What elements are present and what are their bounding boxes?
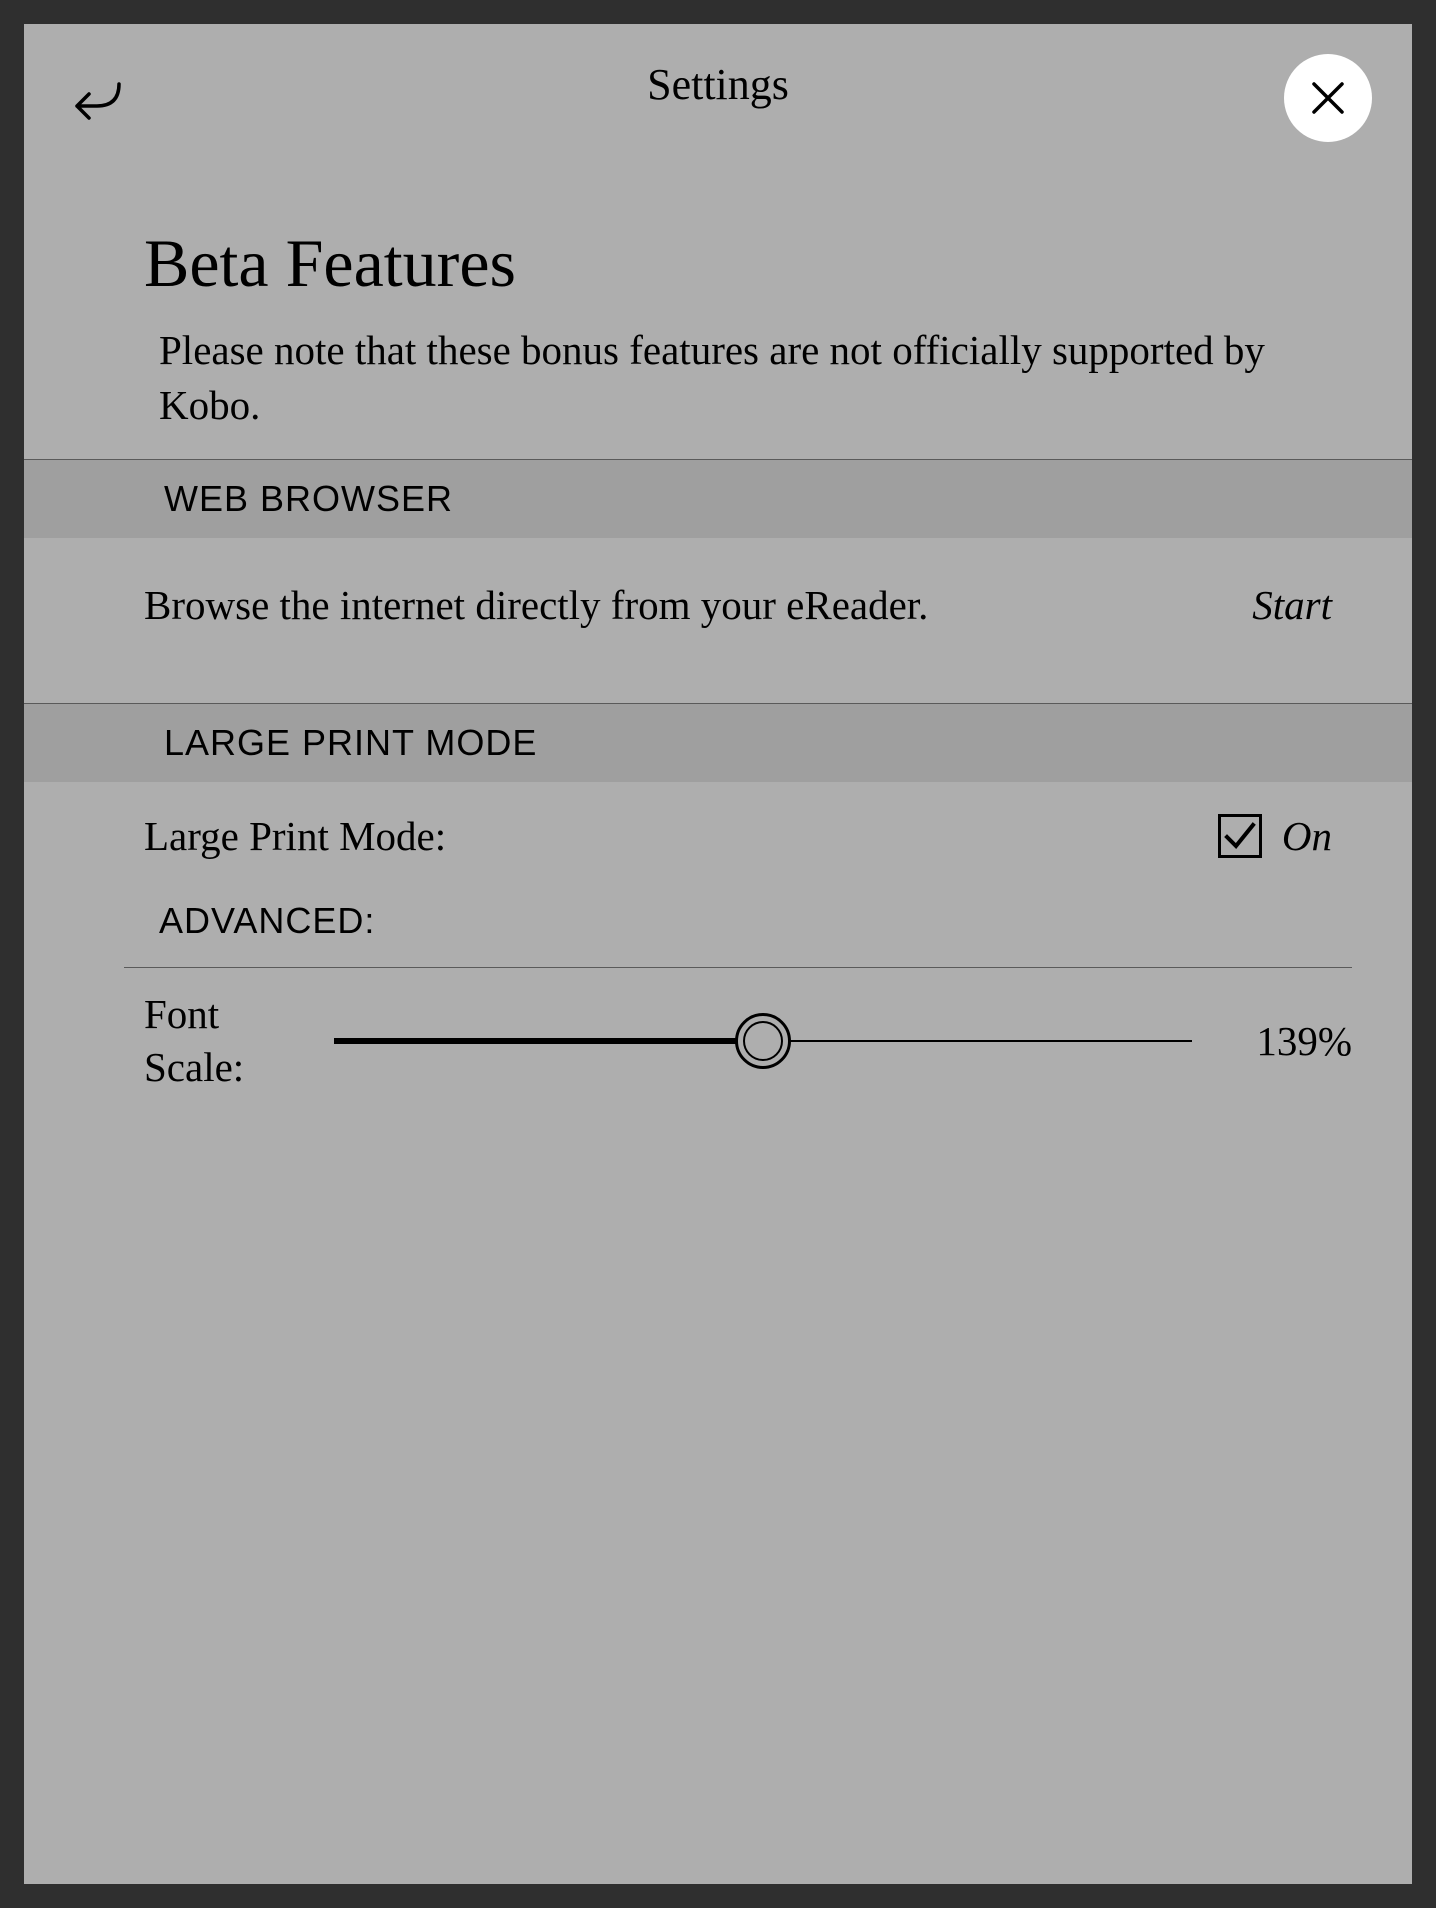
web-browser-row: Browse the internet directly from your e… <box>24 538 1412 673</box>
font-scale-slider[interactable] <box>334 1011 1192 1071</box>
close-icon <box>1308 78 1348 118</box>
back-button[interactable] <box>69 74 124 124</box>
slider-thumb <box>735 1013 791 1069</box>
close-button[interactable] <box>1284 54 1372 142</box>
slider-track-fill <box>334 1038 763 1044</box>
content-area: Beta Features Please note that these bon… <box>24 144 1412 1115</box>
font-scale-value: 139% <box>1232 1017 1352 1065</box>
page-title: Settings <box>647 59 789 110</box>
font-scale-label: Font Scale: <box>144 988 294 1095</box>
section-header-web-browser: WEB BROWSER <box>24 459 1412 538</box>
section-header-large-print: LARGE PRINT MODE <box>24 703 1412 782</box>
back-arrow-icon <box>69 74 124 124</box>
checkbox-label: On <box>1282 812 1332 860</box>
beta-features-heading: Beta Features <box>24 144 1412 323</box>
large-print-toggle[interactable]: On <box>1218 812 1352 860</box>
web-browser-start-button[interactable]: Start <box>1252 581 1352 629</box>
large-print-mode-label: Large Print Mode: <box>144 812 1218 860</box>
beta-features-note: Please note that these bonus features ar… <box>24 323 1412 459</box>
large-print-mode-row: Large Print Mode: On <box>24 782 1412 870</box>
font-scale-row: Font Scale: 139% <box>24 968 1412 1115</box>
header-bar: Settings <box>24 24 1412 144</box>
web-browser-description: Browse the internet directly from your e… <box>144 578 1252 633</box>
settings-screen: Settings Beta Features Please note that … <box>24 24 1412 1884</box>
advanced-label: ADVANCED: <box>24 870 1412 967</box>
checkbox-icon <box>1218 814 1262 858</box>
